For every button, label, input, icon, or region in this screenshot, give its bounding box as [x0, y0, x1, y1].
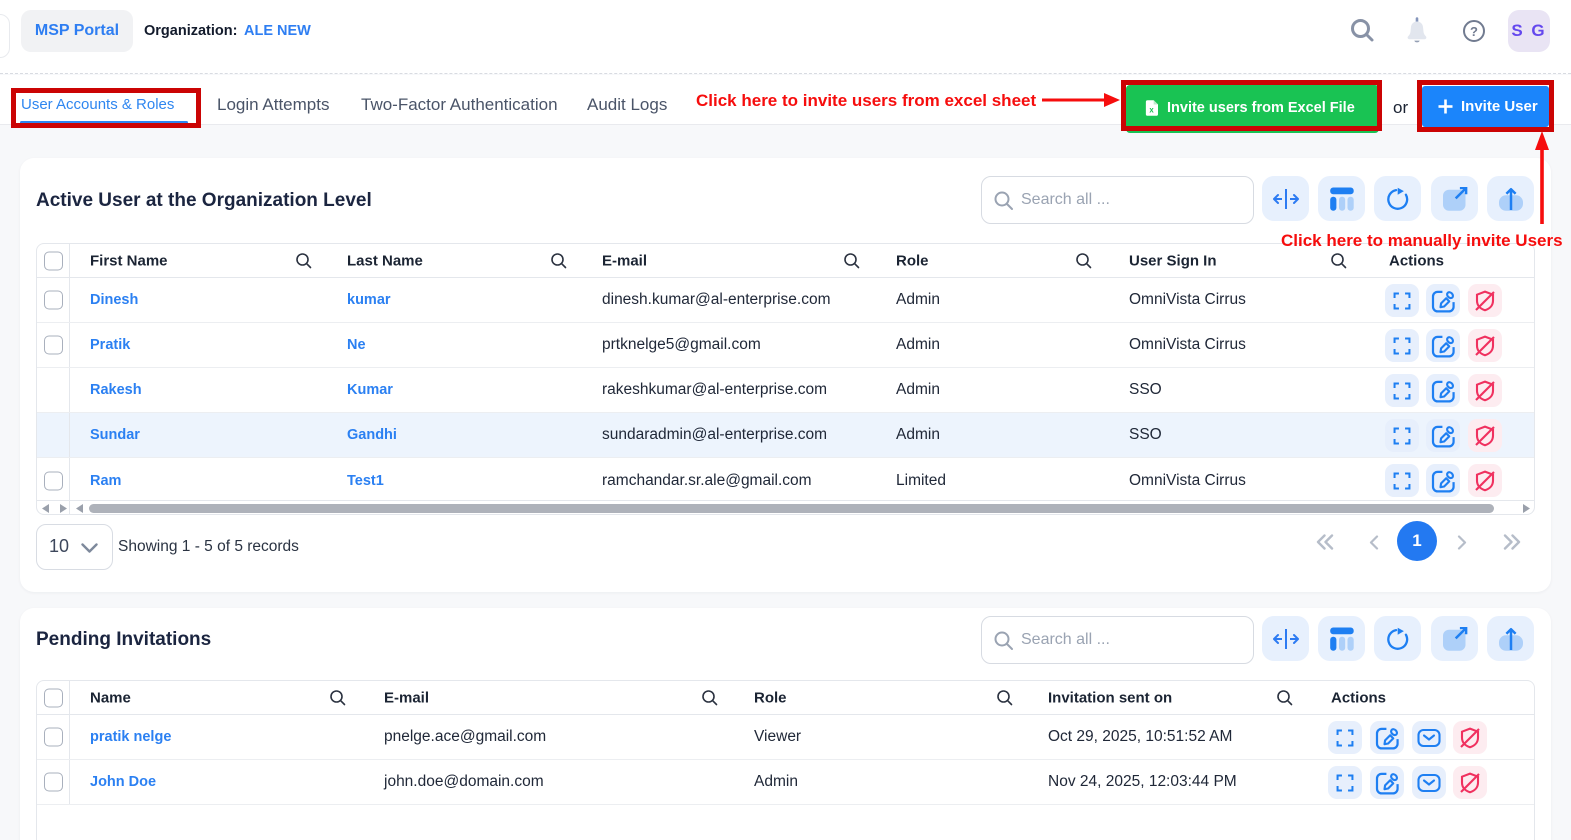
- svg-text:?: ?: [1470, 24, 1478, 39]
